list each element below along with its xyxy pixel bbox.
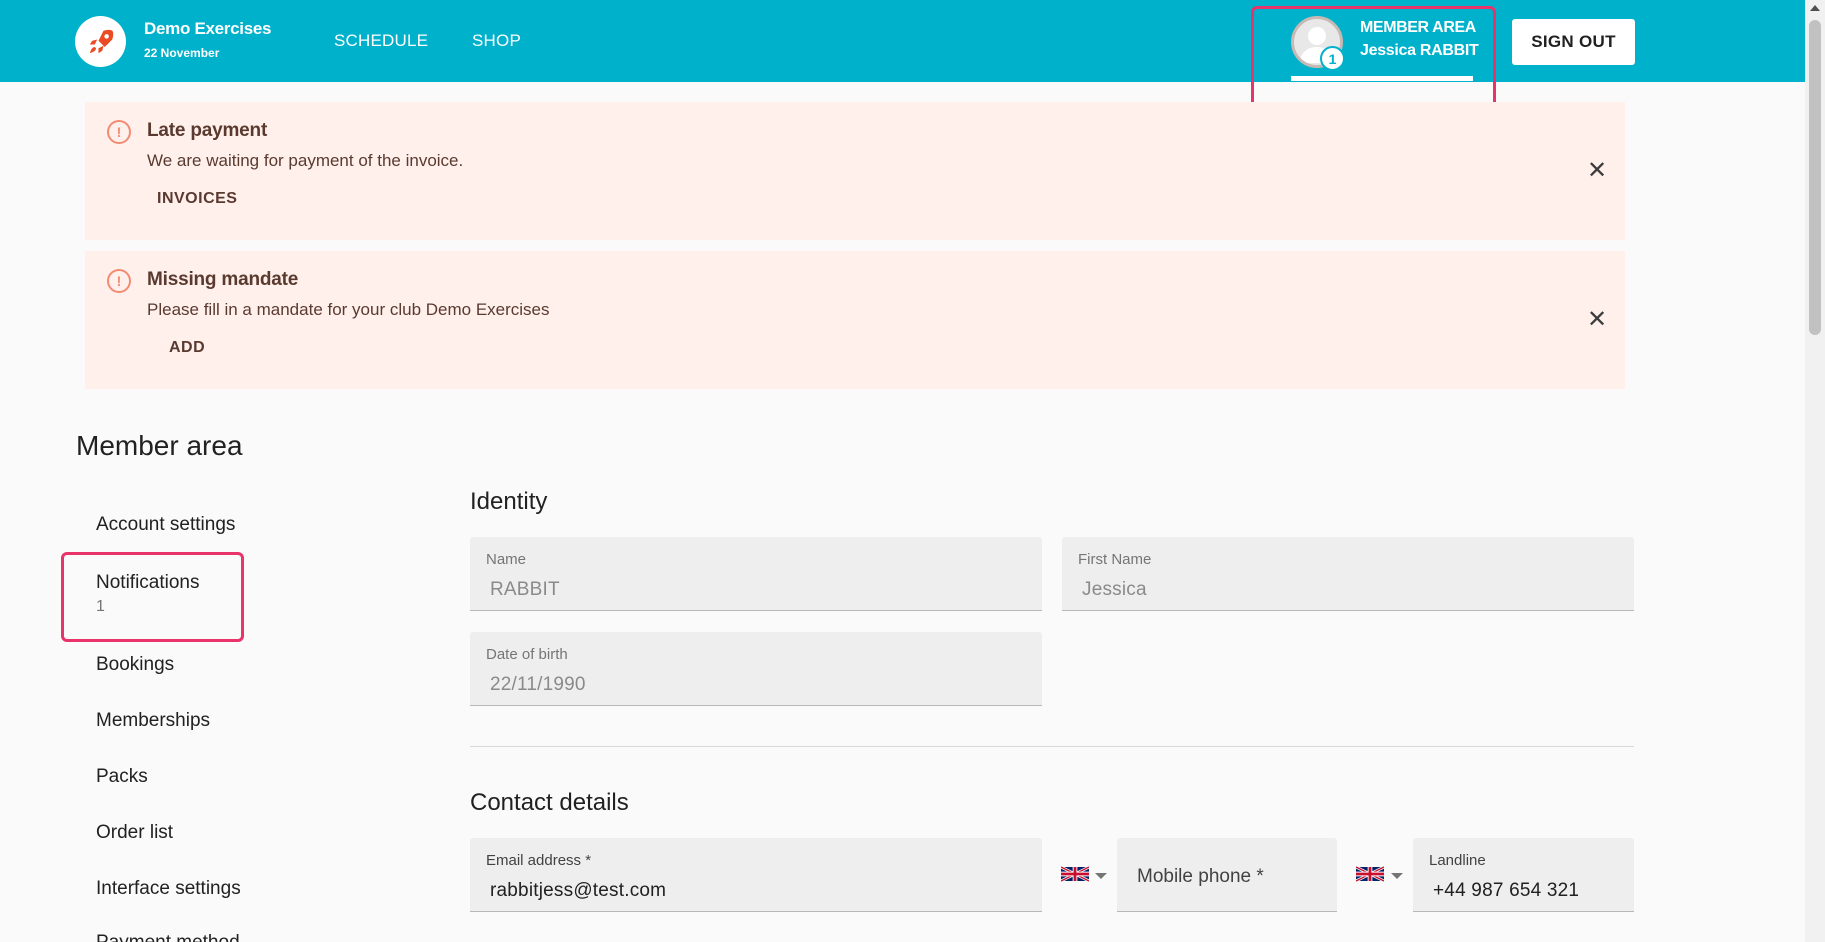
caret-down-icon <box>1095 873 1107 879</box>
sidebar-item-interface-settings[interactable]: Interface settings <box>96 878 241 900</box>
name-field[interactable]: Name RABBIT <box>470 537 1042 611</box>
alert-text: We are waiting for payment of the invoic… <box>147 151 464 170</box>
name-label: Name <box>486 551 527 568</box>
rocket-icon <box>89 29 113 53</box>
sidebar-item-payment-method[interactable]: Payment method <box>96 932 240 942</box>
mobile-phone-field[interactable]: Mobile phone * <box>1117 838 1337 912</box>
nav-shop[interactable]: SHOP <box>472 31 521 51</box>
alert-late-payment: ! Late payment We are waiting for paymen… <box>85 102 1625 240</box>
sidebar-item-packs[interactable]: Packs <box>96 766 148 788</box>
top-bar: Demo Exercises 22 November SCHEDULE SHOP… <box>0 0 1805 82</box>
alert-title: Missing mandate <box>147 269 299 290</box>
caret-down-icon <box>1391 873 1403 879</box>
landline-label: Landline <box>1429 852 1486 869</box>
nav-schedule[interactable]: SCHEDULE <box>334 31 428 51</box>
name-value: RABBIT <box>490 579 560 600</box>
club-logo[interactable] <box>75 16 126 67</box>
email-label: Email address * <box>486 852 592 869</box>
close-icon[interactable]: ✕ <box>1585 159 1609 183</box>
sidebar-item-order-list[interactable]: Order list <box>96 822 173 844</box>
mobile-phone-placeholder: Mobile phone * <box>1137 866 1264 887</box>
sidebar-item-bookings[interactable]: Bookings <box>96 654 174 676</box>
date-of-birth-field[interactable]: Date of birth 22/11/1990 <box>470 632 1042 706</box>
sidebar-item-account-settings[interactable]: Account settings <box>96 514 235 536</box>
alert-missing-mandate: ! Missing mandate Please fill in a manda… <box>85 251 1625 389</box>
add-mandate-button[interactable]: ADD <box>169 339 205 357</box>
sidebar-item-memberships[interactable]: Memberships <box>96 710 210 732</box>
page-scrollbar[interactable] <box>1805 0 1825 942</box>
alert-text: Please fill in a mandate for your club D… <box>147 300 550 319</box>
landline-value: +44 987 654 321 <box>1433 880 1580 901</box>
landline-field[interactable]: Landline +44 987 654 321 <box>1413 838 1634 912</box>
page-title: Member area <box>76 430 243 461</box>
warning-circle-icon: ! <box>107 269 131 293</box>
first-name-label: First Name <box>1078 551 1152 568</box>
club-name[interactable]: Demo Exercises <box>144 19 271 39</box>
section-divider <box>470 746 1634 747</box>
uk-flag-icon <box>1356 865 1384 883</box>
warning-circle-icon: ! <box>107 120 131 144</box>
uk-flag-icon <box>1061 865 1089 883</box>
scroll-up-icon[interactable] <box>1810 5 1820 11</box>
close-icon[interactable]: ✕ <box>1585 308 1609 332</box>
alert-title: Late payment <box>147 120 268 141</box>
dob-value: 22/11/1990 <box>490 674 586 695</box>
email-value: rabbitjess@test.com <box>490 880 667 901</box>
first-name-field[interactable]: First Name Jessica <box>1062 537 1634 611</box>
sign-out-button[interactable]: SIGN OUT <box>1512 19 1635 65</box>
first-name-value: Jessica <box>1082 579 1147 600</box>
contact-section-title: Contact details <box>470 789 629 816</box>
dob-label: Date of birth <box>486 646 568 663</box>
email-field[interactable]: Email address * rabbitjess@test.com <box>470 838 1042 912</box>
scroll-thumb[interactable] <box>1809 20 1821 335</box>
current-date: 22 November <box>144 46 220 60</box>
highlight-notifications <box>61 552 244 642</box>
invoices-button[interactable]: INVOICES <box>157 190 237 208</box>
identity-section-title: Identity <box>470 488 548 515</box>
